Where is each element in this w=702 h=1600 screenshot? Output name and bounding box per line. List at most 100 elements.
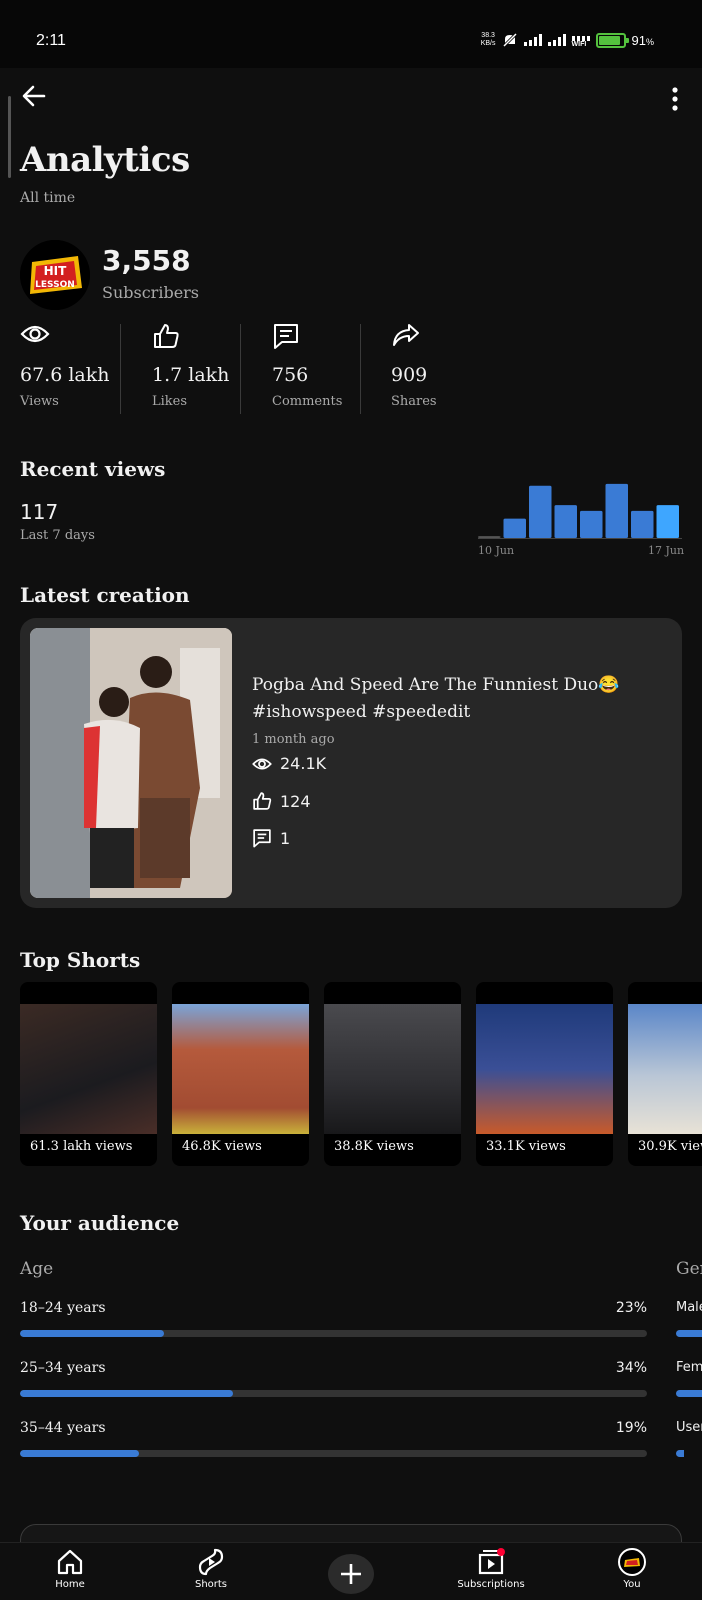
bottom-nav: Home Shorts Subscriptions You: [0, 1542, 702, 1600]
hit-lesson-logo: HIT LESSON: [20, 240, 90, 310]
comment-icon: [253, 829, 271, 848]
video-likes: 124: [252, 791, 311, 811]
time-range-label: All time: [20, 190, 76, 206]
age-percent: 23%: [615, 1300, 647, 1316]
status-bar: 2:11 38.3 KB/s WIFI 91%: [0, 0, 702, 68]
more-vertical-icon: [672, 87, 678, 111]
home-icon: [57, 1549, 83, 1575]
age-bar-fill: [20, 1450, 140, 1457]
nav-shorts[interactable]: Shorts: [166, 1547, 256, 1599]
age-percent: 34%: [615, 1360, 647, 1376]
stat-label: Views: [20, 394, 59, 409]
short-thumbnail: [20, 1004, 157, 1134]
status-icons: 38.3 KB/s WIFI 91%: [481, 32, 654, 48]
short-thumbnail: [172, 1004, 309, 1134]
short-item[interactable]: 61.3 lakh views: [20, 982, 157, 1166]
recent-views-count: 117: [20, 500, 59, 524]
signal-1-icon: [523, 34, 542, 46]
gender-label: Fema: [676, 1360, 702, 1375]
network-speed: 38.3 KB/s: [480, 32, 496, 47]
arrow-left-icon: [22, 85, 46, 107]
tab-age[interactable]: Age: [20, 1259, 53, 1279]
age-range-label: 35–44 years: [20, 1420, 106, 1436]
chart-end-label: 17 Jun: [648, 544, 685, 557]
short-thumbnail: [324, 1004, 461, 1134]
stat-comments[interactable]: 756 Comments: [272, 322, 392, 414]
wifi-icon: WIFI: [571, 33, 590, 48]
channel-avatar[interactable]: HIT LESSON: [20, 240, 90, 310]
subscriber-label: Subscribers: [102, 283, 200, 302]
age-bar-fill: [20, 1330, 165, 1337]
video-thumbnail[interactable]: [30, 628, 232, 898]
video-views: 24.1K: [252, 754, 326, 773]
age-bar-track: [20, 1450, 647, 1457]
short-thumbnail: [628, 1004, 702, 1134]
chart-bar: [529, 485, 552, 538]
tab-gender[interactable]: Gen: [676, 1259, 702, 1279]
latest-creation-card[interactable]: Pogba And Speed Are The Funniest Duo😂 #i…: [20, 618, 682, 908]
short-views: 61.3 lakh views: [30, 1139, 133, 1154]
stat-likes[interactable]: 1.7 lakh Likes: [152, 322, 272, 414]
bell-muted-icon: [502, 32, 517, 48]
short-views: 46.8K views: [182, 1139, 262, 1154]
age-bar-fill: [20, 1390, 234, 1397]
subscriptions-icon: [478, 1548, 505, 1575]
divider: [360, 324, 361, 414]
thumbnail-image: [30, 628, 232, 898]
chart-start-label: 10 Jun: [478, 544, 515, 557]
gender-bar: [676, 1390, 702, 1397]
top-shorts-carousel[interactable]: 61.3 lakh views 46.8K views 38.8K views …: [20, 982, 702, 1166]
stat-shares[interactable]: 909 Shares: [391, 322, 511, 414]
age-percent: 19%: [615, 1420, 647, 1436]
stat-label: Shares: [391, 394, 437, 409]
eye-icon: [252, 757, 272, 770]
back-button[interactable]: [18, 80, 50, 112]
age-bar-track: [20, 1390, 647, 1397]
short-views: 33.1K views: [486, 1139, 566, 1154]
signal-2-icon: [547, 34, 566, 46]
battery-percent: 91%: [631, 32, 654, 48]
chart-bar: [631, 510, 654, 538]
nav-you[interactable]: You: [587, 1547, 677, 1599]
shorts-icon: [198, 1548, 224, 1576]
top-shorts-title: Top Shorts: [20, 948, 141, 972]
chart-bar: [580, 510, 603, 538]
share-icon: [393, 324, 419, 346]
stat-label: Comments: [272, 394, 343, 409]
gender-label: Male: [676, 1300, 702, 1315]
audience-title: Your audience: [20, 1211, 180, 1235]
age-range-label: 25–34 years: [20, 1360, 106, 1376]
chart-bar: [656, 505, 679, 538]
profile-avatar-icon: [618, 1548, 646, 1576]
more-options-button[interactable]: [660, 84, 690, 114]
comment-icon: [274, 324, 298, 349]
short-item[interactable]: 33.1K views: [476, 982, 613, 1166]
video-title[interactable]: Pogba And Speed Are The Funniest Duo😂 #i…: [252, 672, 662, 726]
scroll-indicator[interactable]: [8, 96, 11, 178]
age-range-label: 18–24 years: [20, 1300, 106, 1316]
short-views: 30.9K views: [638, 1139, 702, 1154]
thumbs-up-icon: [253, 792, 272, 810]
battery-icon: [595, 32, 629, 48]
stat-label: Likes: [152, 394, 188, 409]
latest-creation-title: Latest creation: [20, 583, 190, 607]
stat-value: 1.7 lakh: [152, 364, 230, 386]
video-age: 1 month ago: [252, 732, 335, 747]
recent-views-chart[interactable]: [478, 480, 682, 540]
divider: [240, 324, 241, 414]
short-item[interactable]: 46.8K views: [172, 982, 309, 1166]
short-item[interactable]: 38.8K views: [324, 982, 461, 1166]
gender-label: User: [676, 1420, 702, 1435]
video-comments: 1: [252, 828, 290, 848]
stat-value: 67.6 lakh: [20, 364, 110, 386]
nav-subscriptions[interactable]: Subscriptions: [446, 1547, 536, 1599]
gender-bar: [676, 1450, 684, 1457]
gender-bar: [676, 1330, 702, 1337]
subscriber-count: 3,558: [102, 244, 191, 277]
create-button[interactable]: [328, 1554, 374, 1594]
stat-views[interactable]: 67.6 lakh Views: [20, 322, 140, 414]
short-item[interactable]: 30.9K views: [628, 982, 702, 1166]
nav-home[interactable]: Home: [25, 1547, 115, 1599]
chart-bar: [503, 518, 526, 538]
svg-text:LESSON: LESSON: [35, 280, 75, 290]
